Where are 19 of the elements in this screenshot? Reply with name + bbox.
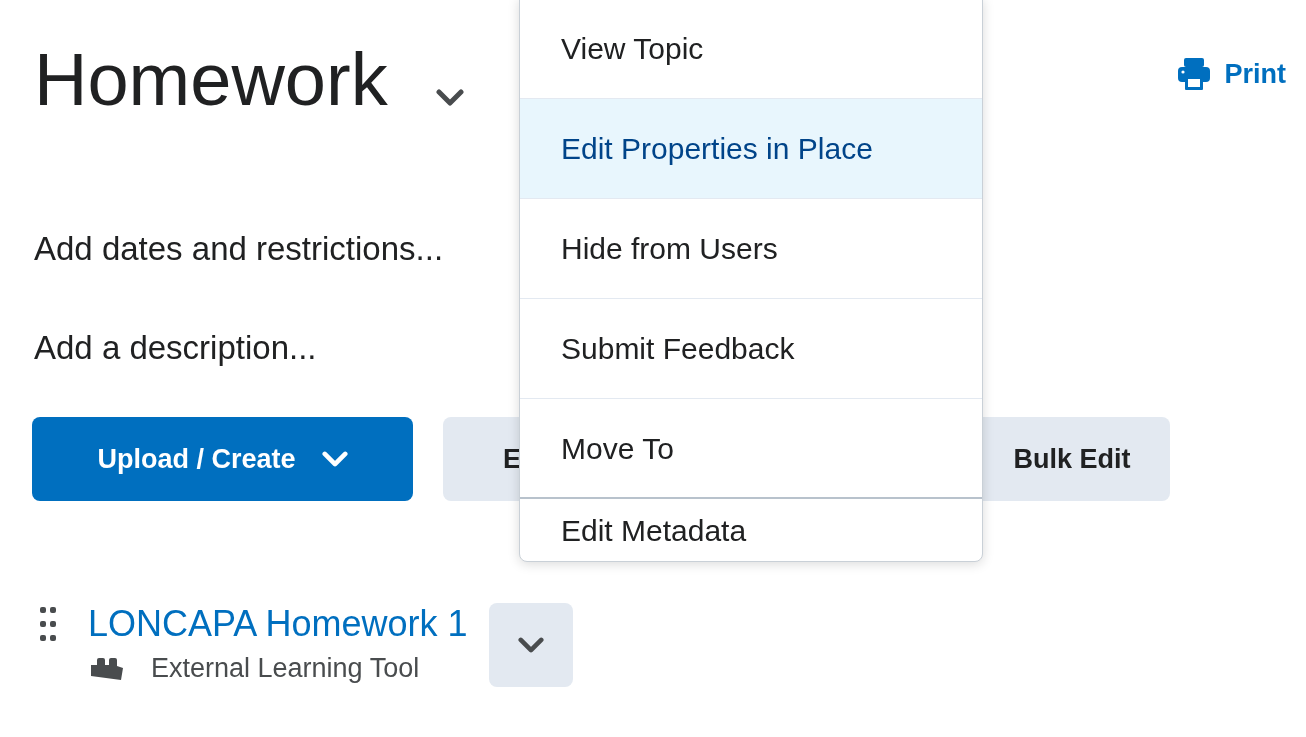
building-block-icon (89, 655, 125, 682)
menu-item[interactable]: Submit Feedback (520, 299, 982, 399)
printer-icon (1176, 56, 1213, 92)
action-button[interactable]: Upload / Create (32, 417, 413, 501)
chevron-down-icon[interactable] (435, 89, 464, 107)
print-button[interactable]: Print (1176, 56, 1286, 92)
topic-link[interactable]: LONCAPA Homework 1 (88, 603, 468, 645)
chevron-down-icon (321, 450, 348, 468)
page-title: Homework (34, 43, 388, 117)
add-dates-link[interactable]: Add dates and restrictions... (34, 199, 444, 298)
add-description-link[interactable]: Add a description... (34, 298, 317, 398)
menu-item[interactable]: Move To (520, 399, 982, 499)
drag-handle-icon[interactable] (40, 607, 56, 641)
topic-menu-button[interactable] (489, 603, 574, 687)
topic-type: External Learning Tool (151, 653, 420, 684)
menu-item[interactable]: Edit Properties in Place (520, 99, 982, 199)
chevron-down-icon (518, 636, 545, 654)
menu-item[interactable]: Hide from Users (520, 199, 982, 299)
menu-item[interactable]: Edit Metadata (520, 499, 982, 561)
